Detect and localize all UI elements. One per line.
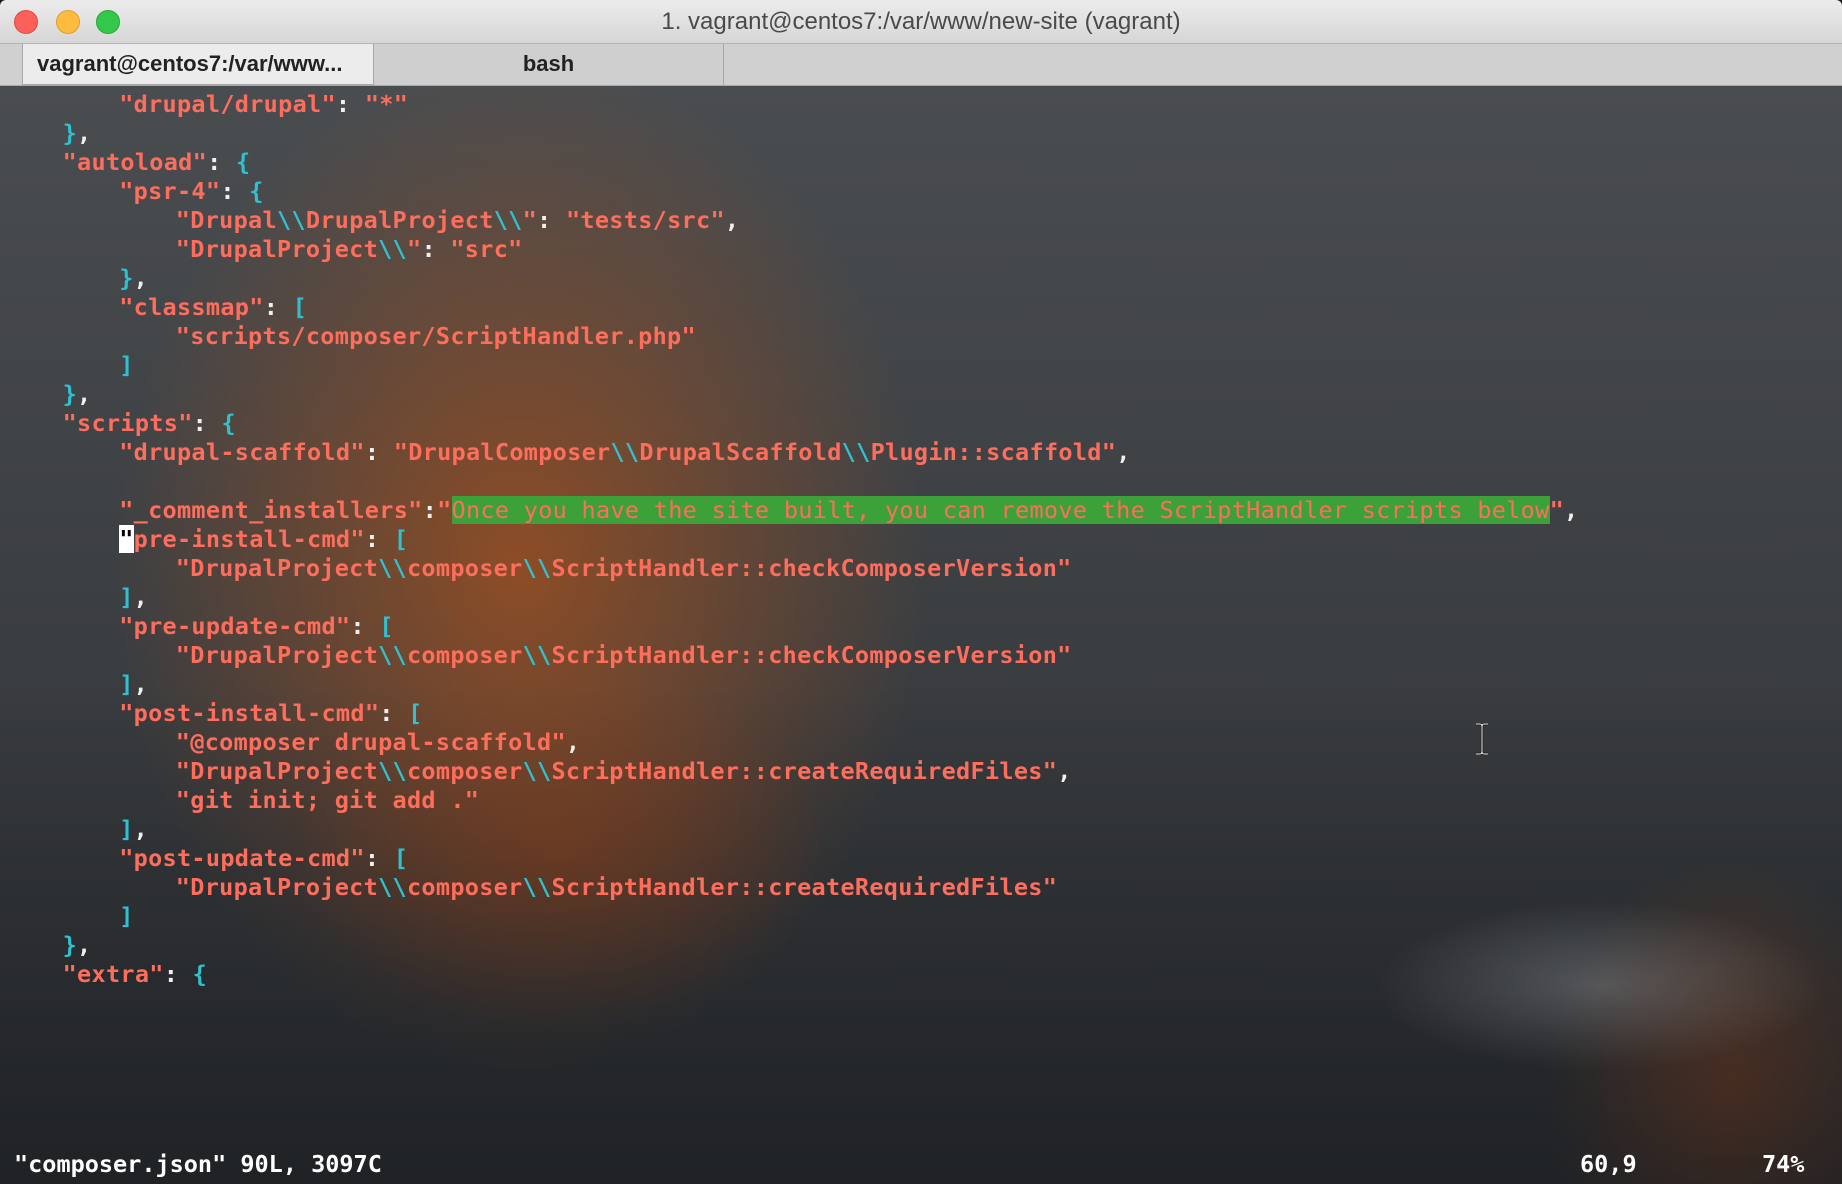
- search-match: Once you have the site built, you can re…: [451, 496, 1550, 524]
- code-line[interactable]: "drupal/drupal": "*": [119, 89, 408, 119]
- code-line[interactable]: "scripts/composer/ScriptHandler.php": [176, 321, 696, 351]
- window-title: 1. vagrant@centos7:/var/www/new-site (va…: [661, 8, 1181, 35]
- code-line[interactable]: "@composer drupal-scaffold",: [176, 727, 581, 757]
- code-line[interactable]: },: [63, 930, 92, 960]
- scroll-percent: 74%: [1762, 1150, 1805, 1178]
- code-line[interactable]: },: [63, 379, 92, 409]
- code-line[interactable]: ]: [119, 901, 133, 931]
- tab-bar: vagrant@centos7:/var/www... bash: [0, 44, 1842, 86]
- code-line[interactable]: ],: [119, 582, 148, 612]
- file-info: "composer.json" 90L, 3097C: [14, 1150, 382, 1178]
- code-line[interactable]: "DrupalProject\\composer\\ScriptHandler:…: [176, 553, 1072, 583]
- tab-vagrant[interactable]: vagrant@centos7:/var/www...: [22, 44, 374, 85]
- code-line[interactable]: "Drupal\\DrupalProject\\": "tests/src",: [176, 205, 740, 235]
- code-line[interactable]: "psr-4": {: [119, 176, 264, 206]
- code-line[interactable]: "scripts": {: [63, 408, 236, 438]
- code-line[interactable]: "DrupalProject\\composer\\ScriptHandler:…: [176, 872, 1057, 902]
- code-line[interactable]: "_comment_installers":"Once you have the…: [119, 495, 1578, 525]
- code-line[interactable]: "extra": {: [63, 959, 208, 989]
- text-cursor: ": [119, 525, 134, 553]
- cursor-position: 60,9: [1580, 1150, 1637, 1178]
- code-line[interactable]: "post-install-cmd": [: [119, 698, 422, 728]
- code-line[interactable]: ],: [119, 669, 148, 699]
- code-line[interactable]: "DrupalProject\\": "src": [176, 234, 523, 264]
- code-line[interactable]: },: [119, 263, 148, 293]
- terminal-window: 1. vagrant@centos7:/var/www/new-site (va…: [0, 0, 1842, 1184]
- code-line[interactable]: "autoload": {: [63, 147, 251, 177]
- code-line[interactable]: ],: [119, 814, 148, 844]
- tab-bash[interactable]: bash: [374, 44, 724, 85]
- code-line[interactable]: },: [63, 118, 92, 148]
- ibeam-cursor-icon: [1476, 723, 1488, 755]
- code-line[interactable]: "DrupalProject\\composer\\ScriptHandler:…: [176, 756, 1072, 786]
- code-line[interactable]: "git init; git add .": [176, 785, 479, 815]
- code-line[interactable]: ]: [119, 350, 133, 380]
- code-line[interactable]: "classmap": [: [119, 292, 307, 322]
- title-bar[interactable]: 1. vagrant@centos7:/var/www/new-site (va…: [0, 0, 1842, 44]
- code-line[interactable]: "DrupalProject\\composer\\ScriptHandler:…: [176, 640, 1072, 670]
- code-line[interactable]: "drupal-scaffold": "DrupalComposer\\Drup…: [119, 437, 1130, 467]
- code-line[interactable]: "post-update-cmd": [: [119, 843, 408, 873]
- code-line[interactable]: "pre-install-cmd": [: [119, 524, 408, 554]
- vim-status-line: "composer.json" 90L, 3097C 60,9 74%: [0, 1148, 1842, 1180]
- code-line[interactable]: "pre-update-cmd": [: [119, 611, 394, 641]
